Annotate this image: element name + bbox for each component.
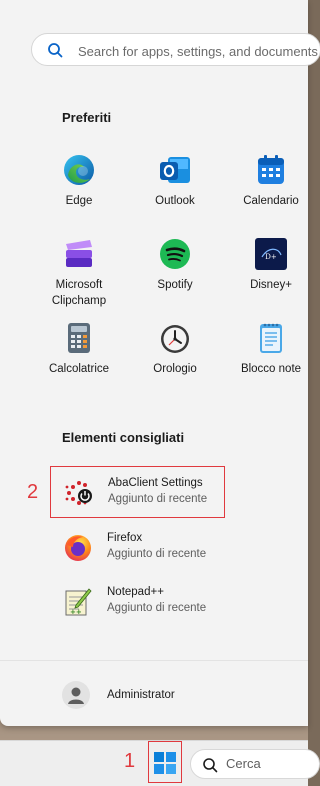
pinned-app-clock[interactable]: Orologio (137, 321, 213, 377)
search-icon (203, 758, 218, 773)
clock-icon (158, 321, 192, 355)
start-menu: Preferiti Edge (0, 0, 320, 726)
pinned-app-notepad[interactable]: Blocco note (233, 321, 309, 377)
calculator-icon (62, 321, 96, 355)
edge-icon (62, 153, 96, 187)
search-input[interactable] (76, 41, 320, 61)
pinned-section-title: Preferiti (62, 110, 112, 125)
app-label: Calcolatrice (48, 363, 110, 375)
notepadpp-icon: ++ (63, 587, 93, 617)
user-account-button[interactable]: Administrator (62, 680, 175, 710)
windows-logo-icon (154, 752, 176, 774)
search-icon (48, 43, 63, 58)
app-label: Edge (65, 195, 93, 207)
svg-text:++: ++ (70, 608, 82, 616)
footer-divider (0, 660, 308, 661)
pinned-app-spotify[interactable]: Spotify (137, 237, 213, 293)
app-label: Orologio (153, 363, 197, 375)
recommended-item-subtitle: Aggiunto di recente (107, 548, 207, 560)
recommended-item-firefox[interactable]: Firefox Aggiunto di recente (50, 522, 225, 574)
taskbar-search-label: Cerca (226, 756, 261, 771)
disney-plus-icon: D+ (254, 237, 288, 271)
pinned-app-outlook[interactable]: Outlook (137, 153, 213, 209)
pinned-app-edge[interactable]: Edge (41, 153, 117, 209)
start-search-box[interactable] (31, 33, 320, 66)
annotation-marker-1: 1 (124, 750, 136, 772)
app-label: Microsoft Clipchamp (51, 279, 107, 307)
pinned-app-disney-plus[interactable]: D+ Disney+ (233, 237, 309, 293)
annotation-marker-2: 2 (27, 481, 39, 503)
spotify-icon (158, 237, 192, 271)
abaclient-icon (64, 478, 94, 508)
app-label: Blocco note (240, 363, 302, 375)
recommended-section-title: Elementi consigliati (62, 430, 185, 445)
taskbar: 1 Cerca (0, 740, 320, 786)
user-icon (68, 687, 84, 704)
firefox-icon (63, 533, 93, 563)
app-label: Disney+ (250, 279, 292, 291)
avatar (62, 681, 90, 709)
outlook-icon (158, 153, 192, 187)
pinned-app-calendar[interactable]: Calendario (233, 153, 309, 209)
pinned-app-calculator[interactable]: Calcolatrice (41, 321, 117, 377)
app-label: Spotify (157, 279, 193, 291)
recommended-item-name: Notepad++ (107, 586, 164, 598)
user-name: Administrator (107, 689, 175, 701)
recommended-item-name: AbaClient Settings (108, 477, 203, 489)
taskbar-search[interactable]: Cerca (190, 749, 320, 779)
calendar-icon (254, 153, 288, 187)
notepad-icon (254, 321, 288, 355)
recommended-item-subtitle: Aggiunto di recente (107, 602, 207, 614)
recommended-item-notepadpp[interactable]: ++ Notepad++ Aggiunto di recente (50, 576, 225, 628)
clipchamp-icon (62, 237, 96, 271)
svg-text:D+: D+ (265, 253, 277, 261)
recommended-item-abaclient[interactable]: AbaClient Settings Aggiunto di recente (50, 466, 225, 518)
start-button[interactable] (148, 741, 182, 783)
app-label: Calendario (243, 195, 299, 207)
app-label: Outlook (155, 195, 195, 207)
pinned-app-clipchamp[interactable]: Microsoft Clipchamp (41, 237, 117, 309)
recommended-item-name: Firefox (107, 532, 143, 544)
recommended-item-subtitle: Aggiunto di recente (108, 493, 208, 505)
